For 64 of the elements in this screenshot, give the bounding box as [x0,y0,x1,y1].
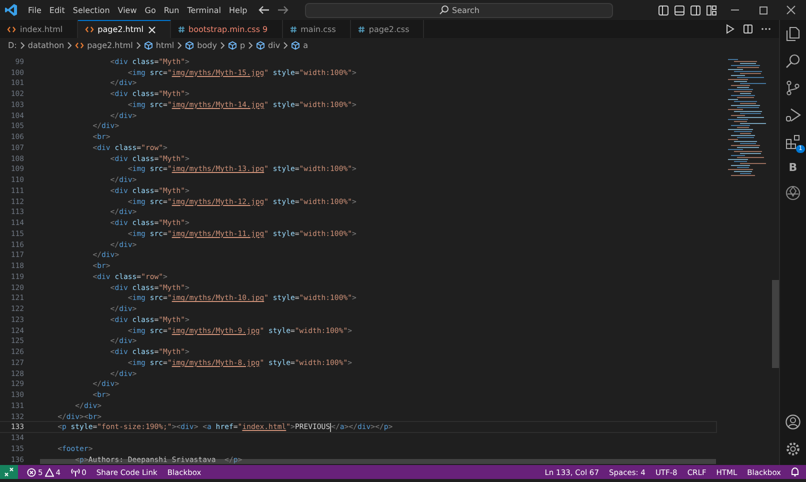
bell-icon[interactable] [790,467,800,477]
blackbox-icon[interactable]: B [788,161,798,174]
chevron-icon [67,42,72,49]
remote-button[interactable] [0,465,18,479]
forward-arrow-icon [277,5,290,15]
close-icon[interactable] [786,5,796,15]
cube-icon [256,41,266,50]
chevron-icon [136,42,141,49]
breadcrumb-item[interactable]: p [240,41,246,50]
breadcrumb-item[interactable]: datathon [28,41,64,50]
extensions-icon[interactable] [785,134,801,150]
cube-icon [185,41,194,50]
antenna-icon [70,468,80,476]
html-file-icon [84,26,94,33]
back-arrow-icon[interactable] [258,5,270,15]
explorer-icon[interactable] [785,26,801,42]
breadcrumb-item[interactable]: html [156,41,174,50]
breadcrumb-item[interactable]: body [197,41,217,50]
menu-item[interactable]: Selection [68,6,114,14]
error-icon [27,468,36,476]
chevron-icon [220,42,225,49]
menu-item[interactable]: View [114,6,141,14]
menu-item[interactable]: File [24,6,46,14]
breadcrumb-item[interactable]: page2.html [87,41,133,50]
menu-item[interactable]: Go [140,6,160,14]
html-file-icon [75,42,84,49]
chevron-icon [283,42,288,49]
cube-icon [228,41,237,50]
account-icon[interactable] [785,414,801,430]
panel-layout-icon[interactable] [674,4,685,16]
breadcrumb-item[interactable]: a [303,41,308,50]
chevron-icon [20,42,25,49]
menu-item[interactable]: Edit [45,6,69,14]
css-file-icon [290,26,297,32]
split-editor-icon[interactable] [743,24,753,34]
source-control-icon[interactable] [785,80,801,96]
css-file-icon [358,26,365,32]
remote-icon [4,467,14,477]
settings-icon[interactable] [785,441,801,457]
run-icon[interactable] [725,24,735,34]
chevron-icon [248,42,254,49]
cube-icon [144,41,153,50]
close-tab-icon[interactable] [148,26,156,34]
breadcrumb-item[interactable]: D: [8,41,17,50]
menu-item[interactable]: Help [225,6,252,14]
search-icon [439,5,449,15]
maximize-icon[interactable] [758,5,768,15]
vertical-scrollbar[interactable] [772,280,779,368]
vscode-logo-icon [4,3,18,17]
editor-tab[interactable]: page2.html [78,20,170,38]
search-field[interactable]: Search [305,2,614,18]
breadcrumb-item[interactable]: div [268,41,280,50]
run-debug-icon[interactable] [785,107,801,123]
css-file-icon [178,26,184,32]
search-icon[interactable] [785,53,801,69]
html-file-icon [7,26,16,32]
chevron-icon [177,42,182,49]
cube-icon [291,41,300,50]
menu-item[interactable]: Run [160,6,184,14]
menu-item[interactable]: Terminal [183,6,225,14]
warning-icon [44,468,54,476]
secondary-sidebar-icon[interactable] [690,4,701,16]
sidebar-layout-icon[interactable] [658,4,669,16]
customize-layout-icon[interactable] [706,4,717,16]
